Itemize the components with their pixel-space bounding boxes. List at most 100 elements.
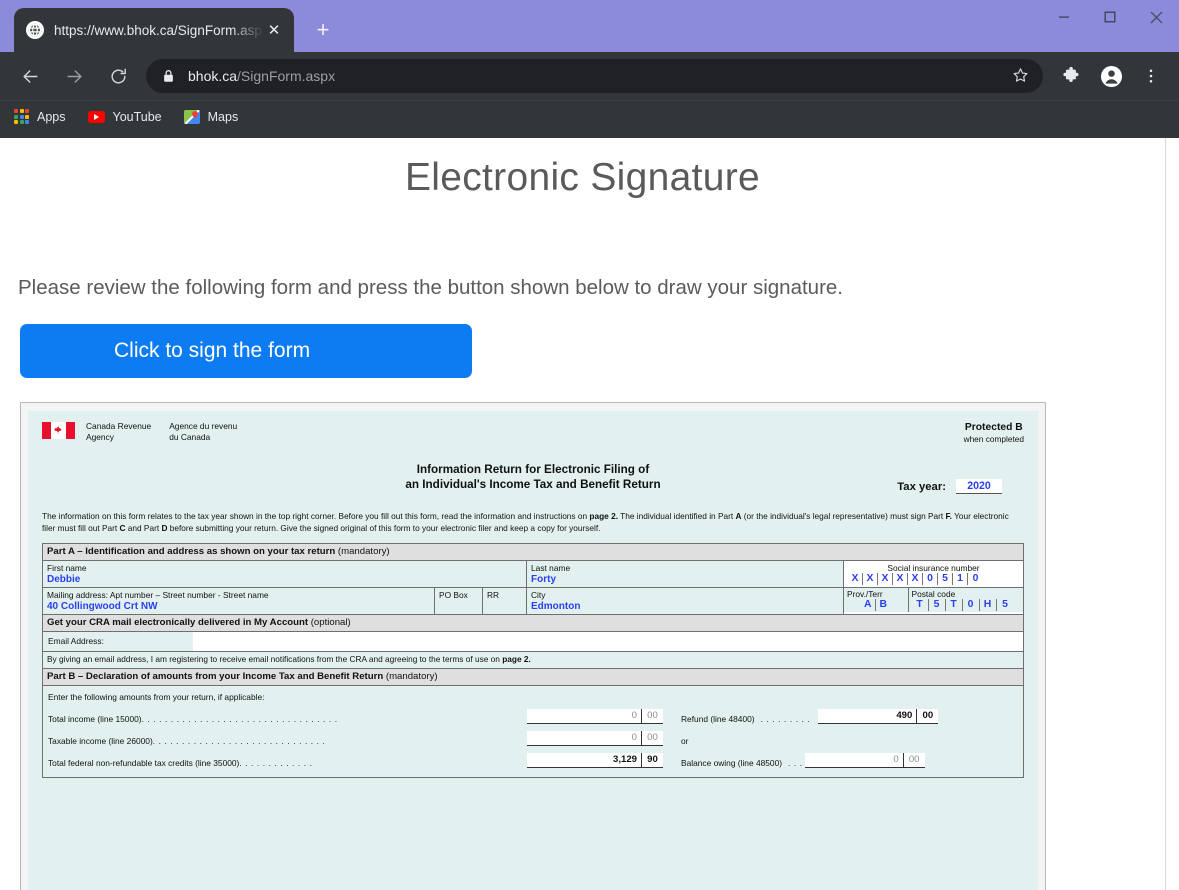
agency-name-en: Canada Revenue Agency — [86, 421, 151, 443]
sin-cell[interactable]: Social insurance number X X X X X 0 5 1 — [844, 560, 1024, 587]
page-viewport: Electronic Signature Please review the f… — [0, 138, 1179, 890]
email-label-cell: Email Address: — [43, 632, 193, 651]
amount-label: Refund (line 48400) — [681, 714, 755, 724]
bookmark-label: Maps — [208, 110, 239, 124]
part-b-intro: Enter the following amounts from your re… — [48, 692, 1018, 702]
amount-cents: 00 — [917, 709, 938, 723]
leader-dots: . . . . . . . . . . . . . . . . . . . . … — [153, 736, 326, 746]
close-tab-icon[interactable]: ✕ — [264, 20, 284, 40]
amount-dollars: 490 — [818, 709, 917, 723]
po-box-value — [439, 600, 478, 612]
mailing-address-label: Mailing address: Apt number – Street num… — [47, 590, 430, 600]
bookmark-youtube[interactable]: YouTube — [88, 110, 162, 124]
postal-char: H — [980, 599, 997, 611]
rr-cell[interactable]: RR — [483, 587, 527, 614]
amount-label: Balance owing (line 48500) — [681, 758, 782, 768]
page-instruction: Please review the following form and pre… — [18, 276, 1165, 300]
bookmark-label: Apps — [37, 110, 66, 124]
postal-code-chars: T 5 T 0 H 5 — [912, 599, 1021, 611]
leader-dots: . . . . . . . . . — [761, 714, 811, 724]
sin-digit: X — [863, 573, 878, 585]
amount-field[interactable]: 490 00 — [818, 709, 938, 724]
tab-title: https://www.bhok.ca/SignForm.aspx — [54, 23, 264, 38]
amount-row: Total income (line 15000) . . . . . . . … — [48, 709, 1018, 724]
last-name-label: Last name — [531, 563, 839, 573]
extensions-icon[interactable] — [1054, 59, 1088, 93]
amount-right: Refund (line 48400) . . . . . . . . . 49… — [681, 709, 938, 724]
amount-label: Taxable income (line 26000) — [48, 736, 153, 746]
minimize-button[interactable] — [1041, 0, 1087, 34]
amount-right: or — [681, 736, 688, 746]
browser-window: https://www.bhok.ca/SignForm.aspx ✕ + — [0, 0, 1179, 890]
amount-dollars: 3,129 — [527, 753, 642, 767]
sign-form-button[interactable]: Click to sign the form — [20, 324, 472, 378]
browser-toolbar: bhok.ca/SignForm.aspx — [0, 52, 1179, 100]
close-window-button[interactable] — [1133, 0, 1179, 34]
postal-char: 0 — [963, 599, 980, 611]
prov-chars: A B — [847, 599, 905, 611]
part-b-body-row: Enter the following amounts from your re… — [43, 685, 1024, 777]
city-value: Edmonton — [531, 600, 839, 612]
browser-tab[interactable]: https://www.bhok.ca/SignForm.aspx ✕ — [14, 8, 294, 52]
bookmarks-bar: Apps YouTube Maps — [0, 100, 1179, 132]
sin-digit: X — [908, 573, 923, 585]
first-name-label: First name — [47, 563, 522, 573]
leader-dots: . . . — [788, 758, 803, 768]
last-name-cell[interactable]: Last name Forty — [527, 560, 844, 587]
name-row: First name Debbie Last name Forty Social… — [43, 560, 1024, 587]
postal-char: T — [946, 599, 963, 611]
maximize-button[interactable] — [1087, 0, 1133, 34]
first-name-value: Debbie — [47, 573, 522, 585]
amount-field[interactable]: 3,129 90 — [527, 753, 663, 768]
browser-menu-icon[interactable] — [1134, 59, 1168, 93]
last-name-value: Forty — [531, 573, 839, 585]
sin-digit: 5 — [938, 573, 953, 585]
reload-button[interactable] — [101, 59, 135, 93]
url-path: /SignForm.aspx — [237, 68, 335, 84]
email-label: Email Address: — [48, 636, 104, 646]
new-tab-button[interactable]: + — [308, 15, 338, 45]
sin-digit: 0 — [923, 573, 938, 585]
bookmark-star-icon[interactable] — [1011, 66, 1031, 86]
or-separator: or — [681, 736, 688, 746]
email-cell[interactable]: Email Address: — [43, 631, 1024, 651]
sin-label: Social insurance number — [848, 563, 1019, 573]
amount-dollars: 0 — [527, 731, 642, 745]
po-box-cell[interactable]: PO Box — [435, 587, 483, 614]
bookmark-apps[interactable]: Apps — [14, 109, 66, 124]
leader-dots: . . . . . . . . . . . . . — [239, 758, 312, 768]
bookmark-maps[interactable]: Maps — [184, 110, 239, 124]
form-title: Information Return for Electronic Filing… — [42, 462, 1024, 494]
url-text: bhok.ca/SignForm.aspx — [188, 68, 335, 84]
consent-row: By giving an email address, I am registe… — [43, 651, 1024, 668]
amount-field[interactable]: 0 00 — [527, 709, 663, 724]
amount-dollars: 0 — [527, 709, 642, 723]
postal-char: 5 — [929, 599, 946, 611]
email-row: Email Address: — [43, 631, 1024, 651]
forward-button[interactable] — [57, 59, 91, 93]
prov-postal-cell[interactable]: Prov./Terr A B Postal code — [844, 587, 1024, 614]
form-title-line1: Information Return for Electronic Filing… — [417, 463, 649, 476]
mailing-address-cell[interactable]: Mailing address: Apt number – Street num… — [43, 587, 435, 614]
postal-char: T — [912, 599, 929, 611]
first-name-cell[interactable]: First name Debbie — [43, 560, 527, 587]
amount-field[interactable]: 0 00 — [805, 753, 925, 768]
po-box-label: PO Box — [439, 590, 478, 600]
leader-dots: . . . . . . . . . . . . . . . . . . . . … — [142, 714, 338, 724]
part-b-heading: Part B – Declaration of amounts from you… — [43, 668, 1024, 685]
part-b-body: Enter the following amounts from your re… — [43, 685, 1024, 777]
amount-field[interactable]: 0 00 — [527, 731, 663, 746]
maps-icon — [184, 110, 200, 124]
profile-avatar-icon[interactable] — [1094, 59, 1128, 93]
postal-code-label: Postal code — [912, 589, 1021, 599]
city-cell[interactable]: City Edmonton — [527, 587, 844, 614]
mailing-address-value: 40 Collingwood Crt NW — [47, 600, 430, 612]
page-title: Electronic Signature — [0, 138, 1165, 200]
back-button[interactable] — [13, 59, 47, 93]
address-bar[interactable]: bhok.ca/SignForm.aspx — [146, 59, 1043, 93]
sin-digit: X — [848, 573, 863, 585]
amount-right: Balance owing (line 48500) . . . 0 00 — [681, 753, 925, 768]
sin-digit: 1 — [953, 573, 968, 585]
youtube-icon — [88, 111, 105, 123]
email-input[interactable] — [193, 632, 1023, 651]
